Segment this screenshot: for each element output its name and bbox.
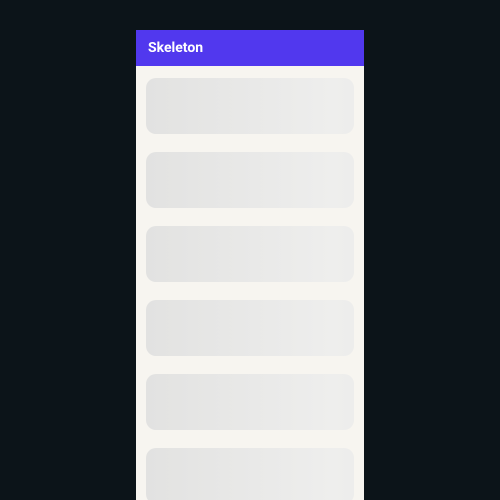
skeleton-placeholder xyxy=(146,300,354,356)
page-title: Skeleton xyxy=(148,40,203,56)
skeleton-placeholder xyxy=(146,226,354,282)
skeleton-placeholder xyxy=(146,374,354,430)
skeleton-placeholder xyxy=(146,448,354,500)
app-container: Skeleton xyxy=(136,30,364,500)
content-area xyxy=(136,66,364,486)
skeleton-placeholder xyxy=(146,152,354,208)
skeleton-placeholder xyxy=(146,78,354,134)
app-header: Skeleton xyxy=(136,30,364,66)
